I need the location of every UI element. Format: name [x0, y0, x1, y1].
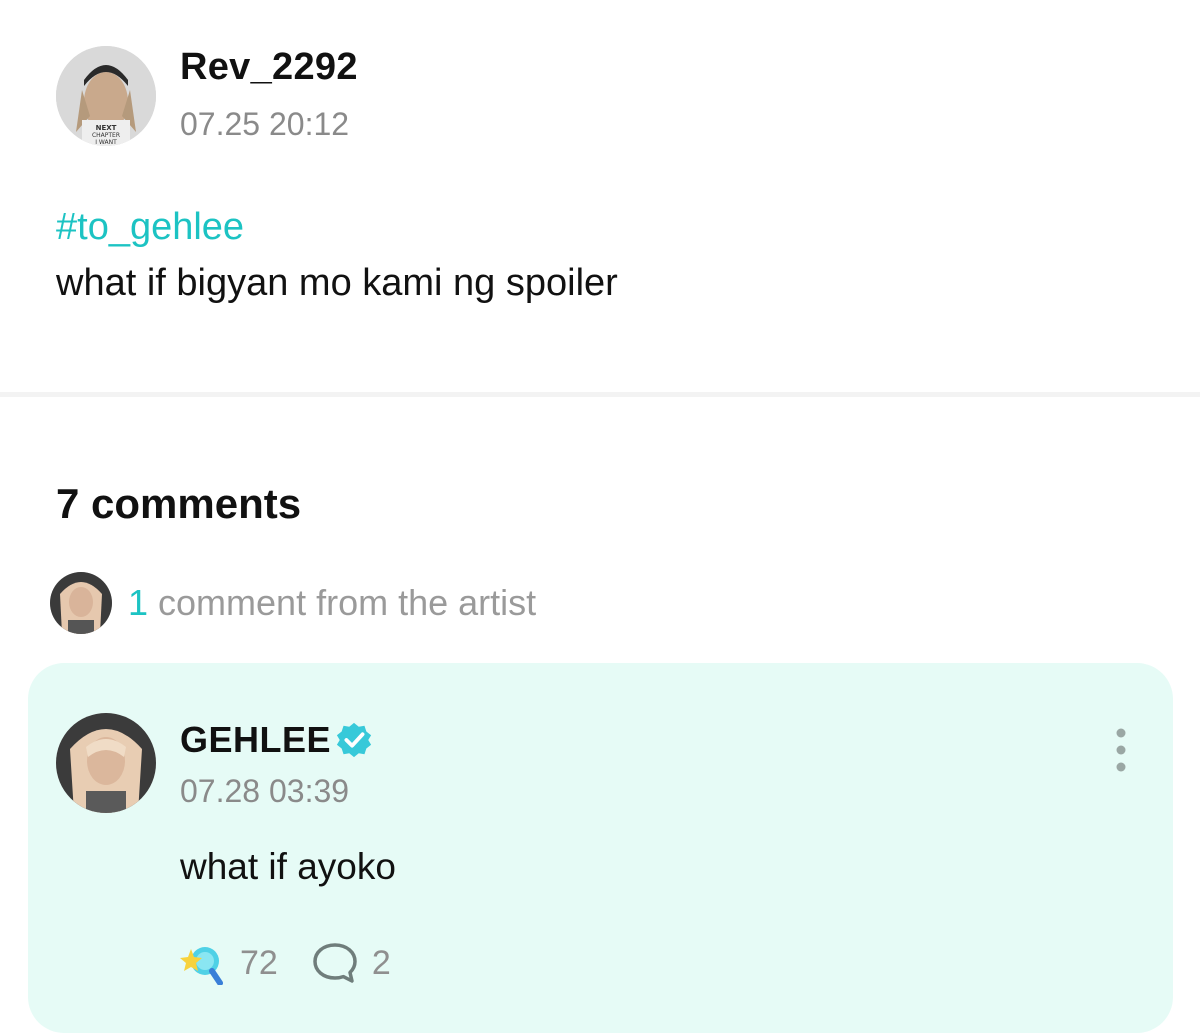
post-author-name[interactable]: Rev_2292 [180, 46, 358, 89]
chat-bubble-icon [313, 943, 357, 983]
comment-author-row: GEHLEE [180, 719, 373, 761]
artist-comment-avatar-photo [56, 713, 156, 813]
artist-comment-avatar[interactable] [56, 713, 156, 813]
post-author-avatar[interactable]: NEXT CHAPTER I WANT [56, 46, 156, 146]
verified-check-icon [336, 722, 372, 758]
artist-comments-label: comment from the artist [148, 582, 537, 623]
artist-comments-count-number: 1 [128, 582, 149, 623]
avatar-photo: NEXT CHAPTER I WANT [56, 46, 156, 146]
artist-comments-summary[interactable]: 1 comment from the artist [50, 572, 536, 634]
star-lightbulb-icon [180, 947, 223, 985]
svg-text:NEXT: NEXT [96, 124, 117, 132]
more-vertical-icon[interactable] [1109, 727, 1133, 773]
comment-author-name[interactable]: GEHLEE [180, 719, 331, 761]
post-body-text: what if bigyan mo kami ng spoiler [56, 262, 618, 304]
comment-body-text: what if ayoko [180, 846, 396, 887]
comment-reactions: 72 2 [178, 941, 391, 985]
like-button[interactable]: 72 [178, 941, 278, 985]
reply-button[interactable]: 2 [312, 941, 391, 985]
artist-comment-card: GEHLEE 07.28 03:39 what if ayoko 72 2 [28, 663, 1173, 1033]
post-hashtag-link[interactable]: #to_gehlee [56, 206, 244, 249]
svg-text:I WANT: I WANT [95, 139, 117, 146]
comment-timestamp: 07.28 03:39 [180, 773, 350, 809]
like-count: 72 [240, 943, 278, 982]
reply-count: 2 [371, 943, 391, 982]
artist-avatar-photo [50, 572, 112, 634]
artist-comments-count-text: 1 comment from the artist [128, 582, 536, 624]
section-divider [0, 392, 1200, 397]
comments-count-heading: 7 comments [56, 480, 302, 527]
svg-text:CHAPTER: CHAPTER [92, 132, 120, 139]
post-timestamp: 07.25 20:12 [180, 106, 350, 142]
artist-mini-avatar [50, 572, 112, 634]
